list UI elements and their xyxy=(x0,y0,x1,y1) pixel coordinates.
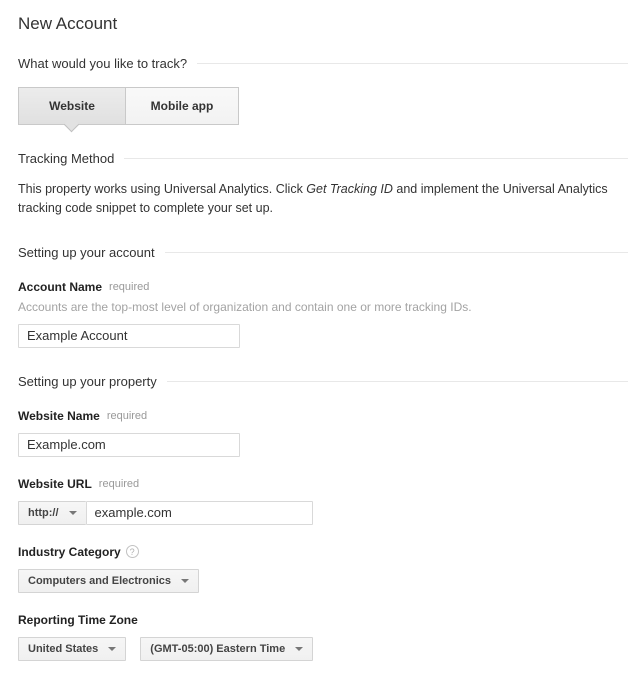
website-name-label: Website Name required xyxy=(18,409,628,423)
url-protocol-dropdown[interactable]: http:// xyxy=(18,501,86,525)
property-setup-header: Setting up your property xyxy=(18,374,628,389)
account-name-text: Account Name xyxy=(18,280,102,294)
website-url-label: Website URL required xyxy=(18,477,628,491)
divider xyxy=(197,63,628,64)
divider xyxy=(165,252,628,253)
track-question-header: What would you like to track? xyxy=(18,56,628,71)
timezone-zone-dropdown[interactable]: (GMT-05:00) Eastern Time xyxy=(140,637,313,661)
account-setup-header: Setting up your account xyxy=(18,245,628,260)
help-icon[interactable]: ? xyxy=(126,545,139,558)
tracking-method-section: Tracking Method This property works usin… xyxy=(18,151,628,219)
reporting-timezone-text: Reporting Time Zone xyxy=(18,613,138,627)
divider xyxy=(124,158,628,159)
timezone-zone-value: (GMT-05:00) Eastern Time xyxy=(150,643,285,655)
chevron-down-icon xyxy=(181,579,189,583)
get-tracking-id-text: Get Tracking ID xyxy=(306,182,393,196)
required-tag: required xyxy=(107,410,147,422)
tracking-method-description: This property works using Universal Anal… xyxy=(18,180,628,219)
reporting-timezone-label: Reporting Time Zone xyxy=(18,613,628,627)
chevron-down-icon xyxy=(69,511,77,515)
tracker-type-tabs: Website Mobile app xyxy=(18,87,628,133)
account-setup-section: Setting up your account Account Name req… xyxy=(18,245,628,348)
url-protocol-value: http:// xyxy=(28,507,59,519)
required-tag: required xyxy=(99,478,139,490)
account-setup-label: Setting up your account xyxy=(18,245,155,260)
track-question-label: What would you like to track? xyxy=(18,56,187,71)
timezone-dropdown-row: United States (GMT-05:00) Eastern Time xyxy=(18,637,628,661)
required-tag: required xyxy=(109,281,149,293)
new-account-page: New Account What would you like to track… xyxy=(0,0,640,673)
account-name-helper: Accounts are the top-most level of organ… xyxy=(18,300,628,314)
industry-category-value: Computers and Electronics xyxy=(28,575,171,587)
page-title: New Account xyxy=(18,14,628,34)
tab-mobile-app-label: Mobile app xyxy=(151,99,214,113)
timezone-country-value: United States xyxy=(28,643,98,655)
property-setup-section: Setting up your property Website Name re… xyxy=(18,374,628,661)
website-url-text: Website URL xyxy=(18,477,92,491)
tracking-method-label: Tracking Method xyxy=(18,151,114,166)
website-url-input[interactable] xyxy=(86,501,313,525)
tab-website-label: Website xyxy=(49,99,95,113)
account-name-label: Account Name required xyxy=(18,280,628,294)
industry-category-dropdown[interactable]: Computers and Electronics xyxy=(18,569,199,593)
industry-category-label: Industry Category ? xyxy=(18,545,628,559)
account-name-input[interactable] xyxy=(18,324,240,348)
tracking-method-header: Tracking Method xyxy=(18,151,628,166)
website-url-row: http:// xyxy=(18,501,628,525)
divider xyxy=(167,381,628,382)
website-name-input[interactable] xyxy=(18,433,240,457)
tab-mobile-app[interactable]: Mobile app xyxy=(125,87,239,125)
description-text: This property works using Universal Anal… xyxy=(18,182,306,196)
industry-category-text: Industry Category xyxy=(18,545,121,559)
chevron-down-icon xyxy=(295,647,303,651)
website-name-text: Website Name xyxy=(18,409,100,423)
chevron-down-icon xyxy=(108,647,116,651)
timezone-country-dropdown[interactable]: United States xyxy=(18,637,126,661)
property-setup-label: Setting up your property xyxy=(18,374,157,389)
